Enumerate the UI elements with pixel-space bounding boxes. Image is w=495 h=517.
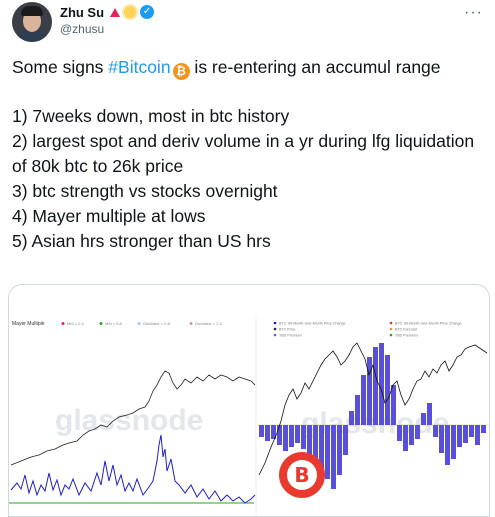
svg-text:TBD Premium: TBD Premium [395, 334, 418, 338]
svg-text:MM = 0.8: MM = 0.8 [105, 321, 123, 326]
svg-text:BTC: 60-Month-over-Month Price: BTC: 60-Month-over-Month Price Change [395, 322, 462, 326]
sun-emoji-icon [124, 6, 137, 18]
red-triangle-emoji-icon [110, 7, 121, 17]
tweet-card: Zhu Su ✓ @zhusu ··· Some signs #Bitcoin ₿… [0, 0, 495, 517]
tweet-point-5: 5) Asian hrs stronger than US hrs [12, 231, 271, 251]
bitcoin-emoji-icon: ₿ [172, 63, 190, 80]
tweet-media-image[interactable]: Mayer Multiple MM = 2.4 MM = 0.8 Oscilla… [8, 284, 490, 517]
svg-text:TBD Premium: TBD Premium [279, 334, 302, 338]
left-chart-title: Mayer Multiple [12, 321, 45, 327]
tweet-intro: Some signs #Bitcoin ₿ is re-entering an a… [12, 57, 441, 80]
svg-text:BTC Forecast: BTC Forecast [395, 328, 417, 332]
svg-text:MM = 2.4: MM = 2.4 [67, 321, 85, 326]
author-name-row: Zhu Su ✓ [60, 3, 155, 21]
tweet-point-3: 3) btc strength vs stocks overnight [12, 181, 278, 201]
author-avatar[interactable] [12, 2, 52, 42]
verified-badge-icon: ✓ [140, 5, 155, 19]
hashtag-link[interactable]: #Bitcoin [108, 57, 170, 77]
more-options-icon[interactable]: ··· [464, 4, 483, 22]
svg-text:Oscillator = 0.8: Oscillator = 0.8 [143, 321, 171, 326]
svg-text:BTC Price: BTC Price [279, 328, 295, 332]
svg-text:Oscillator = 2.4: Oscillator = 2.4 [195, 321, 223, 326]
watermark-logo-glyph: B [287, 460, 317, 490]
left-watermark: glassnode [55, 404, 203, 437]
tweet-body: Some signs #Bitcoin ₿ is re-entering an a… [12, 55, 487, 254]
tweet-point-2: 2) largest spot and deriv volume in a yr… [12, 131, 475, 176]
author-display-name[interactable]: Zhu Su [60, 5, 104, 20]
tweet-point-4: 4) Mayer multiple at lows [12, 206, 206, 226]
author-handle[interactable]: @zhusu [60, 22, 104, 36]
watermark-logo-icon: B [279, 452, 325, 498]
right-chart-legend: BTC: 60-Month-over-Month Price Change BT… [273, 322, 462, 338]
tweet-point-1: 1) 7weeks down, most in btc history [12, 106, 290, 126]
charts-image: Mayer Multiple MM = 2.4 MM = 0.8 Oscilla… [9, 315, 489, 516]
svg-text:BTC: 60-Month-over-Month Price: BTC: 60-Month-over-Month Price Change [279, 322, 346, 326]
